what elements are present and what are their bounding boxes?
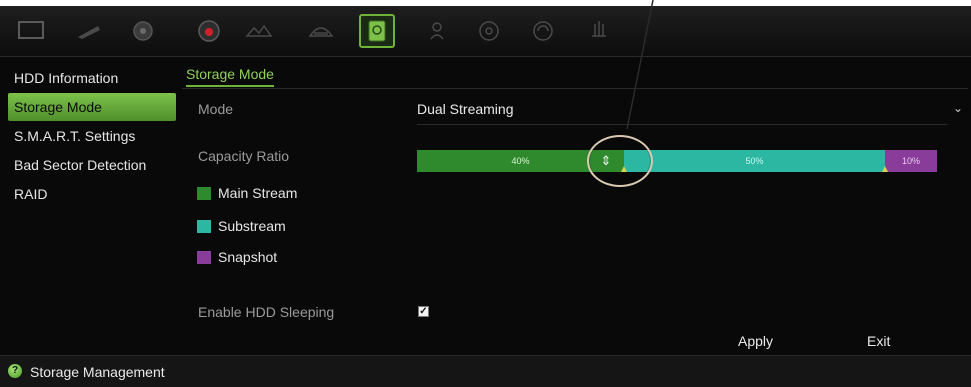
ratio-handle-sub-snapshot[interactable] — [882, 166, 888, 172]
sidebar-item-raid[interactable]: RAID — [8, 180, 176, 208]
mode-label: Mode — [198, 101, 234, 117]
sidebar-item-hdd-information[interactable]: HDD Information — [8, 64, 176, 92]
record-icon[interactable] — [194, 18, 224, 44]
hdd-sleeping-checkbox[interactable]: ✓ — [418, 306, 429, 317]
annotation-callout-circle — [587, 135, 653, 187]
help-icon: ? — [8, 364, 22, 378]
hdd-icon[interactable] — [362, 18, 392, 44]
exit-button[interactable]: Exit — [867, 333, 890, 349]
sidebar-item-bad-sector-detection[interactable]: Bad Sector Detection — [8, 151, 176, 179]
monitor-icon[interactable] — [16, 18, 46, 44]
legend-swatch-substream — [197, 220, 211, 233]
mode-divider — [417, 124, 947, 125]
hdd-sleeping-label: Enable HDD Sleeping — [198, 304, 335, 320]
capacity-ratio-label: Capacity Ratio — [198, 148, 290, 164]
camera-icon[interactable] — [74, 18, 104, 44]
mode-select[interactable]: Dual Streaming — [417, 101, 514, 117]
apply-button[interactable]: Apply — [738, 333, 773, 349]
maintenance-icon[interactable] — [528, 18, 558, 44]
legend-label-substream: Substream — [218, 218, 286, 234]
top-toolbar — [0, 6, 971, 57]
ratio-segment-snapshot: 10% — [885, 150, 937, 172]
status-text: Storage Management — [30, 364, 165, 380]
nvr-screen: HDD Information Storage Mode S.M.A.R.T. … — [0, 6, 971, 387]
sidebar: HDD Information Storage Mode S.M.A.R.T. … — [8, 64, 176, 209]
legend-label-snapshot: Snapshot — [218, 249, 278, 265]
user-icon[interactable] — [422, 18, 452, 44]
tab-storage-mode[interactable]: Storage Mode — [186, 66, 274, 87]
legend-label-main-stream: Main Stream — [218, 185, 298, 201]
network-icon[interactable] — [128, 18, 158, 44]
status-bar: ? Storage Management — [0, 355, 971, 387]
system-icon[interactable] — [474, 18, 504, 44]
ratio-segment-substream: 50% — [624, 150, 885, 172]
sidebar-item-storage-mode[interactable]: Storage Mode — [8, 93, 176, 121]
chevron-down-icon[interactable]: ⌄ — [953, 101, 963, 115]
device-icon[interactable] — [306, 18, 336, 44]
legend-swatch-snapshot — [197, 251, 211, 264]
alarm-icon[interactable] — [244, 18, 274, 44]
shutdown-icon[interactable] — [584, 18, 614, 44]
legend-swatch-main-stream — [197, 187, 211, 200]
tab-divider — [182, 88, 968, 89]
sidebar-item-smart-settings[interactable]: S.M.A.R.T. Settings — [8, 122, 176, 150]
